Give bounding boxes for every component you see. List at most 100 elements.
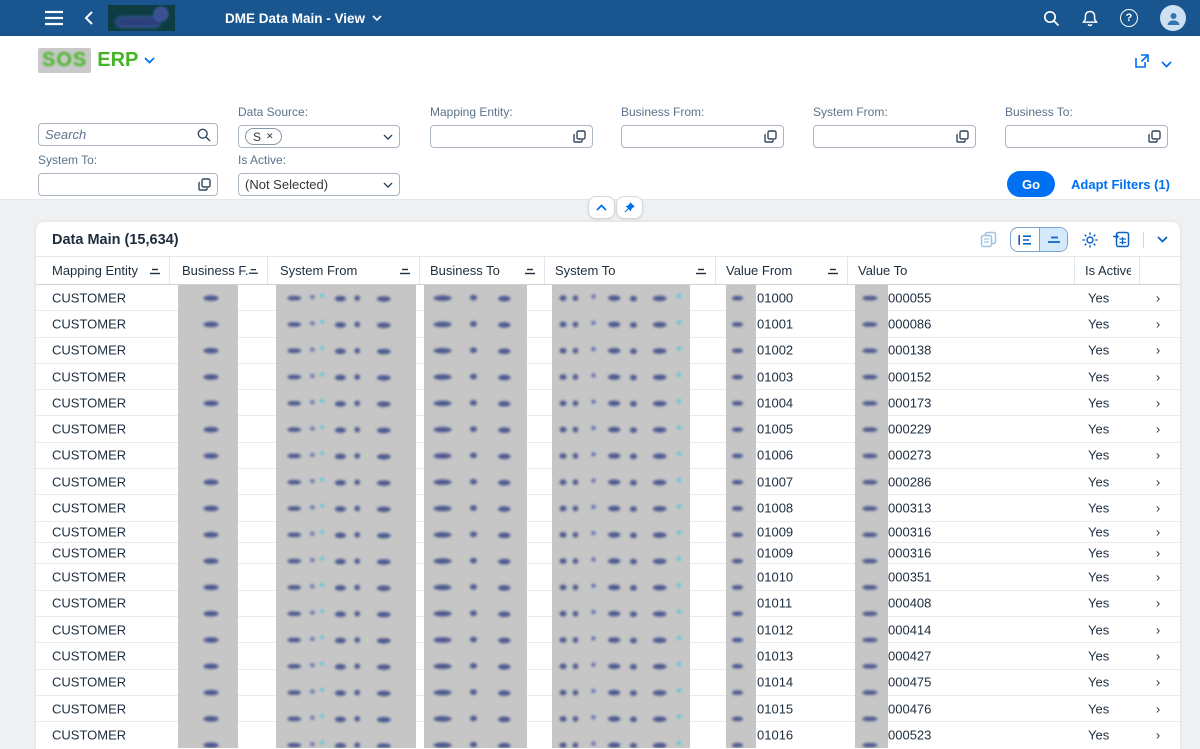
business-from-input[interactable] [621,125,784,148]
row-navigation-chevron-icon[interactable]: › [1148,570,1168,585]
is-active-select[interactable]: (Not Selected) [238,173,400,196]
expanded-rows-button[interactable] [1011,228,1039,251]
row-navigation-chevron-icon[interactable]: › [1148,369,1168,384]
row-navigation-chevron-icon[interactable]: › [1148,290,1168,305]
search-field[interactable] [38,123,218,146]
row-navigation-chevron-icon[interactable]: › [1148,395,1168,410]
help-icon[interactable] [1120,9,1138,27]
cell-value-from: 01003 [757,369,793,384]
column-header-value-from[interactable]: Value From [726,257,848,284]
table-row[interactable]: CUSTOMER 01006 000273 Yes › [36,443,1180,469]
row-navigation-chevron-icon[interactable]: › [1148,675,1168,690]
adapt-filters-link[interactable]: Adapt Filters (1) [1071,177,1170,192]
row-navigation-chevron-icon[interactable]: › [1148,701,1168,716]
app-title-menu[interactable]: DME Data Main - View [225,0,382,36]
cell-mapping-entity: CUSTOMER [52,395,126,410]
export-menu-chevron-icon[interactable] [1157,236,1168,243]
cell-is-active: Yes [1088,727,1109,742]
row-navigation-chevron-icon[interactable]: › [1148,524,1168,539]
table-row[interactable]: CUSTOMER 01011 000408 Yes › [36,591,1180,617]
notifications-bell-icon[interactable] [1082,10,1098,27]
erp-logo-redacted: SOS [38,48,91,73]
table-row[interactable]: CUSTOMER 01014 000475 Yes › [36,670,1180,696]
table-row[interactable]: CUSTOMER 01003 000152 Yes › [36,364,1180,390]
row-navigation-chevron-icon[interactable]: › [1148,622,1168,637]
company-logo-redacted [108,5,175,31]
cell-is-active: Yes [1088,701,1109,716]
row-navigation-chevron-icon[interactable]: › [1148,422,1168,437]
row-navigation-chevron-icon[interactable]: › [1148,474,1168,489]
column-header-system-from[interactable]: System From [280,257,420,284]
table-row[interactable]: CUSTOMER 01016 000523 Yes › [36,722,1180,748]
cell-mapping-entity: CUSTOMER [52,474,126,489]
table-row[interactable]: CUSTOMER 01005 000229 Yes › [36,416,1180,442]
cell-is-active: Yes [1088,546,1109,561]
cell-value-from: 01009 [757,524,793,539]
cell-mapping-entity: CUSTOMER [52,675,126,690]
cell-mapping-entity: CUSTOMER [52,316,126,331]
table-row[interactable]: CUSTOMER 01009 000316 Yes › [36,543,1180,564]
row-navigation-chevron-icon[interactable]: › [1148,343,1168,358]
search-icon[interactable] [197,128,211,142]
condensed-rows-button[interactable] [1039,228,1067,251]
table-row[interactable]: CUSTOMER 01002 000138 Yes › [36,338,1180,364]
column-header-system-to[interactable]: System To [555,257,716,284]
value-help-icon[interactable] [198,178,211,191]
business-to-input[interactable] [1005,125,1168,148]
column-header-business-from[interactable]: Business F... [182,257,268,284]
back-icon[interactable] [81,10,95,26]
settings-gear-icon[interactable] [1081,231,1099,249]
business-from-label: Business From: [621,105,784,119]
row-navigation-chevron-icon[interactable]: › [1148,546,1168,561]
value-help-icon[interactable] [764,130,777,143]
user-avatar[interactable] [1160,5,1186,31]
table-row[interactable]: CUSTOMER 01008 000313 Yes › [36,495,1180,521]
table-row[interactable]: CUSTOMER 01004 000173 Yes › [36,390,1180,416]
cell-mapping-entity: CUSTOMER [52,448,126,463]
row-navigation-chevron-icon[interactable]: › [1148,501,1168,516]
mapping-entity-input[interactable] [430,125,593,148]
table-row[interactable]: CUSTOMER 01015 000476 Yes › [36,696,1180,722]
column-header-is-active[interactable]: Is Active [1085,257,1140,284]
row-navigation-chevron-icon[interactable]: › [1148,316,1168,331]
cell-mapping-entity: CUSTOMER [52,596,126,611]
row-navigation-chevron-icon[interactable]: › [1148,596,1168,611]
system-from-input[interactable] [813,125,976,148]
data-source-select[interactable]: S [238,125,400,148]
system-to-input[interactable] [38,173,218,196]
data-source-token[interactable]: S [245,128,282,145]
share-icon[interactable] [1133,52,1151,75]
column-header-business-to[interactable]: Business To [430,257,545,284]
table-row[interactable]: CUSTOMER 01012 000414 Yes › [36,617,1180,643]
column-header-value-to[interactable]: Value To [858,257,1075,284]
row-navigation-chevron-icon[interactable]: › [1148,648,1168,663]
value-help-icon[interactable] [573,130,586,143]
export-to-spreadsheet-icon[interactable] [1112,231,1130,248]
cell-mapping-entity: CUSTOMER [52,546,126,561]
collapse-filter-bar-button[interactable] [588,196,615,219]
cell-value-from: 01001 [757,316,793,331]
table-row[interactable]: CUSTOMER 01000 000055 Yes › [36,285,1180,311]
table-row[interactable]: CUSTOMER 01010 000351 Yes › [36,564,1180,590]
search-input[interactable] [45,127,197,142]
row-navigation-chevron-icon[interactable]: › [1148,448,1168,463]
cell-value-to: 000523 [888,727,931,742]
value-help-icon[interactable] [956,130,969,143]
search-icon[interactable] [1043,10,1060,27]
share-menu-chevron-icon[interactable] [1161,55,1172,73]
copy-icon[interactable] [980,231,997,248]
table-row[interactable]: CUSTOMER 01009 000316 Yes › [36,522,1180,543]
menu-icon[interactable] [44,9,64,27]
cell-value-from: 01000 [757,290,793,305]
column-header-mapping-entity[interactable]: Mapping Entity [52,257,170,284]
filter-bar: Data Source: S Mapping Entity: Business … [0,88,1200,200]
pin-filter-bar-button[interactable] [616,196,643,219]
erp-title-menu[interactable]: SOS ERP [38,48,155,73]
row-navigation-chevron-icon[interactable]: › [1148,727,1168,742]
table-row[interactable]: CUSTOMER 01001 000086 Yes › [36,311,1180,337]
data-main-table-card: Data Main (15,634) [36,222,1180,749]
value-help-icon[interactable] [1148,130,1161,143]
table-row[interactable]: CUSTOMER 01007 000286 Yes › [36,469,1180,495]
table-row[interactable]: CUSTOMER 01013 000427 Yes › [36,643,1180,669]
go-button[interactable]: Go [1007,171,1055,197]
